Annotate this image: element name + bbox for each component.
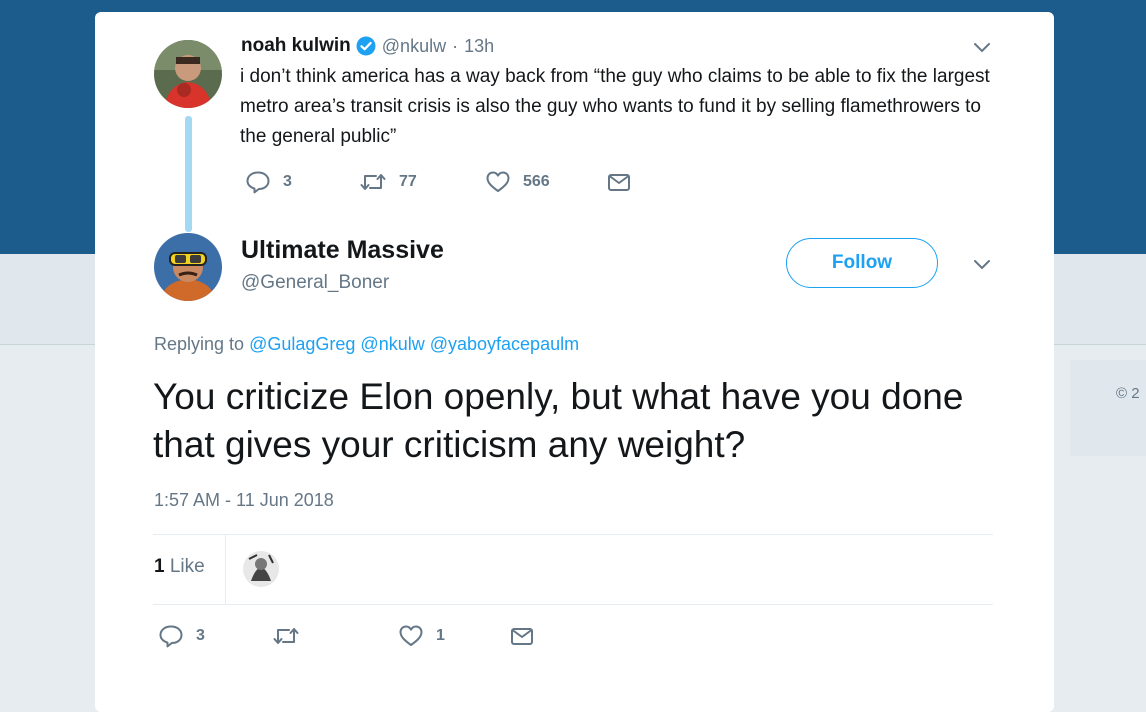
tweet-timestamp[interactable]: 1:57 AM - 11 Jun 2018: [154, 490, 334, 511]
parent-header: noah kulwin @nkulw · 13h: [241, 35, 494, 57]
author-display-name[interactable]: Ultimate Massive: [241, 236, 444, 265]
envelope-icon: [608, 174, 630, 191]
reply-count: 3: [196, 627, 205, 644]
reply-action[interactable]: 3: [158, 624, 272, 648]
dm-action[interactable]: [607, 170, 643, 194]
retweet-icon: [360, 174, 386, 190]
reply-count: 3: [283, 173, 292, 190]
like-action[interactable]: 566: [485, 170, 607, 194]
verified-badge-icon: [356, 36, 376, 56]
like-stat[interactable]: 1 Like: [154, 556, 205, 578]
author-handle[interactable]: @General_Boner: [241, 272, 389, 294]
like-stat-count: 1: [154, 556, 165, 577]
replying-to-label: Replying to: [154, 334, 245, 354]
separator-dot: ·: [452, 35, 459, 56]
divider: [153, 604, 993, 605]
retweet-action[interactable]: [272, 624, 398, 648]
parent-handle[interactable]: @nkulw: [382, 36, 446, 57]
mention-link[interactable]: @yaboyfacepaulm: [430, 334, 579, 354]
tweet-text: You criticize Elon openly, but what have…: [153, 376, 964, 465]
parent-avatar[interactable]: [154, 40, 222, 108]
like-count: 1: [436, 627, 445, 644]
parent-display-name[interactable]: noah kulwin: [241, 35, 351, 57]
stats-divider: [225, 535, 226, 605]
divider: [153, 534, 993, 535]
chevron-down-icon[interactable]: [973, 42, 991, 54]
reply-icon: [159, 625, 183, 648]
parent-actions: 3 77 566: [245, 170, 643, 194]
follow-button[interactable]: Follow: [786, 238, 938, 288]
tweet-permalink-card: noah kulwin @nkulw · 13h i don’t think a…: [95, 12, 1054, 712]
mention-link[interactable]: @nkulw: [360, 334, 424, 354]
reply-action[interactable]: 3: [245, 170, 359, 194]
retweet-icon: [273, 628, 299, 644]
parent-tweet-text: i don’t think america has a way back fro…: [240, 66, 990, 147]
author-avatar[interactable]: [154, 233, 222, 301]
like-action[interactable]: 1: [398, 624, 510, 648]
liker-avatar[interactable]: [243, 551, 279, 587]
chevron-down-icon[interactable]: [973, 259, 991, 271]
parent-time[interactable]: 13h: [464, 36, 494, 57]
retweet-action[interactable]: 77: [359, 170, 485, 194]
thread-connector: [185, 116, 192, 232]
replying-to: Replying to @GulagGreg @nkulw @yaboyface…: [154, 334, 579, 355]
reply-icon: [246, 171, 270, 194]
like-stat-label: Like: [169, 556, 205, 577]
retweet-count: 77: [399, 173, 417, 190]
dm-action[interactable]: [510, 624, 546, 648]
tweet-actions: 3 1: [158, 624, 546, 648]
heart-icon: [486, 171, 510, 192]
like-count: 566: [523, 173, 550, 190]
mention-link[interactable]: @GulagGreg: [249, 334, 355, 354]
sidebar-card: [1070, 360, 1146, 456]
copyright-text: © 2: [1116, 385, 1140, 402]
envelope-icon: [511, 628, 533, 645]
heart-icon: [399, 625, 423, 646]
